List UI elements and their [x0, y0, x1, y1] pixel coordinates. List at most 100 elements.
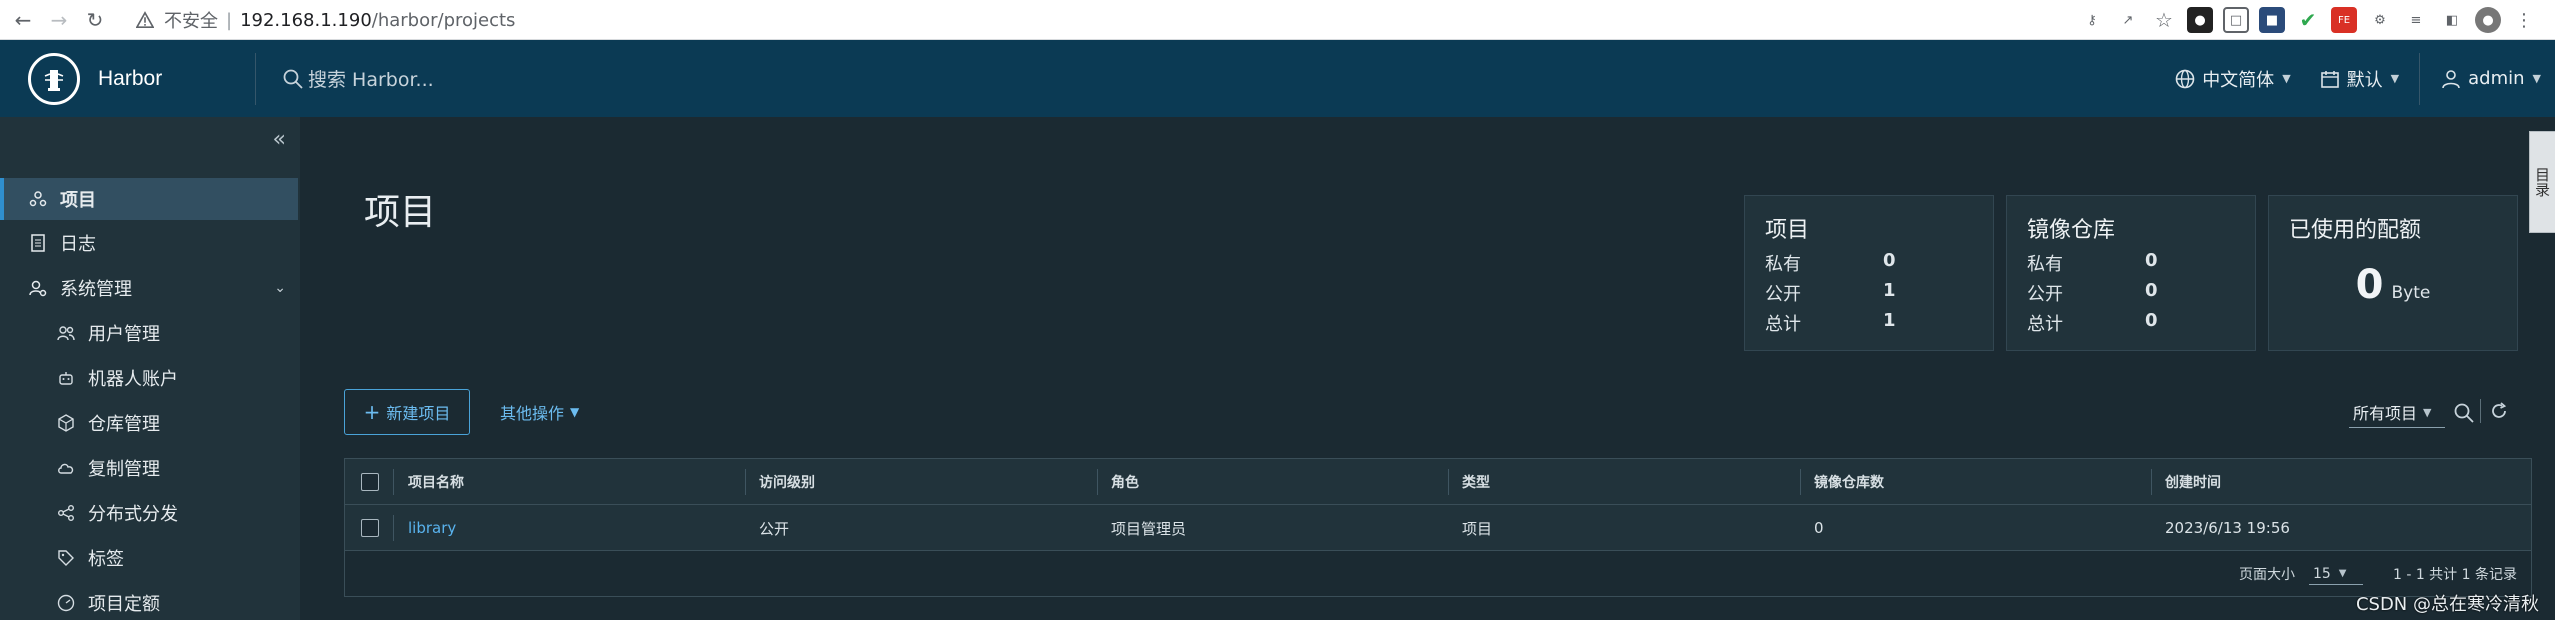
- extension-dark-icon[interactable]: ●: [2187, 7, 2213, 33]
- column-separator: [1800, 469, 1801, 495]
- profile-avatar-icon[interactable]: ●: [2475, 7, 2501, 33]
- card-key: 私有: [1765, 254, 1801, 275]
- star-icon[interactable]: ☆: [2151, 7, 2177, 33]
- user-name: admin: [2468, 68, 2525, 89]
- menu-dots-icon[interactable]: ⋮: [2511, 7, 2537, 33]
- sidebar-item-users[interactable]: 用户管理: [0, 312, 300, 354]
- chevron-down-icon: ▼: [2282, 72, 2291, 85]
- card-title: 已使用的配额: [2289, 218, 2422, 243]
- card-row-private: 私有 0: [2027, 250, 2158, 276]
- user-menu[interactable]: admin ▼: [2426, 40, 2555, 117]
- brand[interactable]: Harbor: [0, 40, 255, 117]
- playlist-icon[interactable]: ≡: [2403, 7, 2429, 33]
- quota-icon: [56, 593, 76, 613]
- projects-icon: [28, 189, 48, 209]
- sidebar-item-robots[interactable]: 机器人账户: [0, 357, 300, 399]
- collapse-sidebar-icon[interactable]: «: [273, 127, 286, 152]
- card-title: 镜像仓库: [2027, 218, 2116, 243]
- column-header-type[interactable]: 类型: [1462, 459, 1490, 505]
- card-key: 私有: [2027, 254, 2063, 275]
- address-separator: |: [226, 9, 233, 31]
- share-page-icon[interactable]: ↗: [2115, 7, 2141, 33]
- filter-label: 所有项目: [2353, 404, 2418, 423]
- sidebar: « 项目 日志 系统管理 ⌄ 用户管理 机器人账户 仓库管理 复制管理 分布式分…: [0, 117, 300, 620]
- column-header-access[interactable]: 访问级别: [759, 459, 815, 505]
- page-title: 项目: [364, 192, 437, 233]
- project-name-link[interactable]: library: [408, 505, 456, 551]
- logs-icon: [28, 233, 48, 253]
- table-header: 项目名称 访问级别 角色 类型 镜像仓库数 创建时间: [345, 459, 2531, 505]
- card-value: 0: [2145, 310, 2158, 331]
- column-separator: [1448, 469, 1449, 495]
- url-host: 192.168.1.190: [240, 9, 372, 31]
- column-header-name[interactable]: 项目名称: [408, 459, 464, 505]
- sidebar-item-registries[interactable]: 仓库管理: [0, 402, 300, 444]
- quota-summary-card: 已使用的配额 0 Byte: [2268, 195, 2518, 351]
- insecure-label: 不安全: [164, 11, 218, 32]
- row-checkbox[interactable]: [361, 519, 379, 537]
- extension-copy-icon[interactable]: □: [2223, 7, 2249, 33]
- table-footer: 页面大小 15 ▼ 1 - 1 共计 1 条记录: [345, 551, 2531, 597]
- sidebar-item-quotas[interactable]: 项目定额: [0, 582, 300, 620]
- global-search[interactable]: 搜索 Harbor...: [282, 65, 434, 92]
- quota-number: 0: [2355, 262, 2384, 308]
- sidebar-icon[interactable]: ◧: [2439, 7, 2465, 33]
- back-arrow-icon[interactable]: ←: [10, 7, 36, 33]
- reload-icon[interactable]: ↻: [82, 7, 108, 33]
- sidebar-item-logs[interactable]: 日志: [0, 222, 300, 264]
- page-size-value: 15: [2312, 565, 2331, 582]
- brand-name: Harbor: [98, 66, 163, 90]
- admin-icon: [28, 278, 48, 298]
- column-header-created[interactable]: 创建时间: [2165, 459, 2221, 505]
- side-panel-tab[interactable]: 目录: [2529, 131, 2555, 233]
- new-project-label: 新建项目: [386, 404, 451, 423]
- sidebar-item-label: 分布式分发: [88, 504, 178, 525]
- key-icon[interactable]: ⚷: [2079, 7, 2105, 33]
- sidebar-item-distribution[interactable]: 分布式分发: [0, 492, 300, 534]
- extension-red-icon[interactable]: FE: [2331, 7, 2357, 33]
- robot-icon: [56, 368, 76, 388]
- project-filter-select[interactable]: 所有项目 ▼: [2349, 397, 2445, 428]
- refresh-button[interactable]: [2480, 399, 2509, 423]
- sidebar-item-label: 仓库管理: [88, 414, 160, 435]
- repositories-summary-card: 镜像仓库 私有 0 公开 0 总计 0: [2006, 195, 2256, 351]
- more-actions-button[interactable]: 其他操作 ▼: [500, 389, 579, 435]
- card-row-private: 私有 0: [1765, 250, 1896, 276]
- sidebar-item-label: 项目定额: [88, 594, 160, 615]
- warning-icon: [136, 11, 154, 29]
- new-project-button[interactable]: + 新建项目: [344, 389, 470, 435]
- chevron-down-icon: ▼: [2423, 405, 2432, 419]
- select-all-checkbox[interactable]: [361, 473, 379, 491]
- table-row[interactable]: library 公开 项目管理员 项目 0 2023/6/13 19:56: [345, 505, 2531, 551]
- column-separator: [2151, 469, 2152, 495]
- extension-blue-icon[interactable]: ■: [2259, 7, 2285, 33]
- puzzle-icon[interactable]: ⚙: [2367, 7, 2393, 33]
- card-value: 0: [1883, 250, 1896, 271]
- card-value: 0: [2145, 250, 2158, 271]
- sidebar-item-replications[interactable]: 复制管理: [0, 447, 300, 489]
- shield-check-icon[interactable]: ✔: [2295, 7, 2321, 33]
- column-header-repo-count[interactable]: 镜像仓库数: [1814, 459, 1884, 505]
- project-filter: 所有项目 ▼: [2349, 397, 2475, 428]
- theme-label: 默认: [2346, 69, 2383, 91]
- search-icon[interactable]: [2453, 402, 2475, 424]
- column-separator: [745, 469, 746, 495]
- column-separator: [393, 469, 394, 495]
- address-bar[interactable]: 不安全 | 192.168.1.190/harbor/projects: [136, 5, 515, 35]
- sidebar-item-labels[interactable]: 标签: [0, 537, 300, 579]
- sidebar-item-projects[interactable]: 项目: [0, 178, 298, 220]
- sidebar-item-label: 机器人账户: [88, 369, 178, 390]
- type-cell: 项目: [1462, 519, 1493, 538]
- chevron-down-icon: ▼: [570, 405, 580, 419]
- column-header-role[interactable]: 角色: [1111, 459, 1139, 505]
- sidebar-item-admin[interactable]: 系统管理 ⌄: [0, 267, 300, 309]
- search-input[interactable]: 搜索 Harbor...: [308, 65, 434, 92]
- language-label: 中文简体: [2202, 69, 2275, 91]
- extension-icons: ⚷ ↗ ☆ ● □ ■ ✔ FE ⚙ ≡ ◧ ● ⋮: [2079, 0, 2537, 40]
- card-value: 1: [1883, 280, 1896, 301]
- forward-arrow-icon[interactable]: →: [46, 7, 72, 33]
- language-selector[interactable]: 中文简体 ▼: [2160, 40, 2304, 117]
- theme-selector[interactable]: 默认 ▼: [2305, 40, 2413, 117]
- app-header: Harbor 搜索 Harbor... 中文简体 ▼ 默认 ▼ admin ▼: [0, 40, 2555, 117]
- page-size-select[interactable]: 15 ▼: [2308, 564, 2363, 585]
